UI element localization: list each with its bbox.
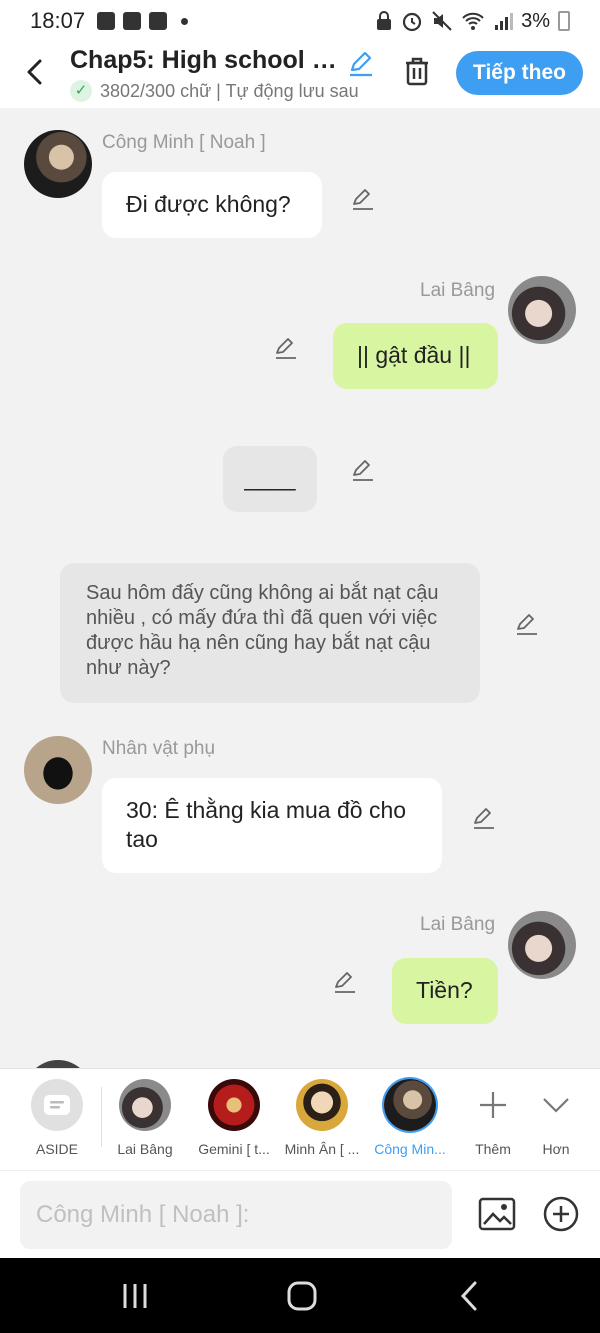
add-character-button[interactable]: Thêm: [463, 1079, 523, 1157]
more-notifications-icon: [181, 17, 189, 25]
character-cong-minh[interactable]: Công Min...: [365, 1079, 455, 1157]
edit-message-icon[interactable]: [471, 804, 497, 830]
add-icon[interactable]: [542, 1195, 580, 1233]
lock-icon: [377, 11, 392, 30]
check-icon: ✓: [70, 80, 92, 102]
edit-title-icon[interactable]: [346, 48, 376, 78]
avatar: [296, 1079, 348, 1131]
chapter-title[interactable]: Chap5: High school sw...: [70, 46, 342, 75]
character-gemini[interactable]: Gemini [ t...: [189, 1079, 279, 1157]
avatar: [119, 1079, 171, 1131]
character-label: Công Min...: [374, 1141, 446, 1157]
character-label: ASIDE: [35, 1141, 78, 1157]
scene-break-bubble[interactable]: ____: [223, 446, 317, 512]
trash-icon[interactable]: [400, 54, 434, 88]
edit-message-icon[interactable]: [332, 968, 358, 994]
narration-bubble[interactable]: Sau hôm đấy cũng không ai bắt nạt cậu nh…: [60, 563, 480, 703]
alert-icon: [123, 12, 142, 30]
status-time: 18:07: [30, 8, 86, 33]
next-button[interactable]: Tiếp theo: [456, 51, 583, 95]
avatar-partial: [24, 1060, 92, 1068]
character-aside[interactable]: ASIDE: [12, 1079, 102, 1157]
avatar: [208, 1079, 260, 1131]
character-selector: ASIDE Lai Bâng Gemini [ t... Minh Ân [ .…: [0, 1068, 600, 1170]
home-icon[interactable]: [282, 1276, 322, 1316]
aside-icon: [31, 1079, 83, 1131]
system-nav-bar: [0, 1258, 600, 1333]
battery-percent: 3%: [521, 9, 550, 32]
back-button[interactable]: [18, 54, 54, 90]
edit-message-icon[interactable]: [350, 185, 376, 211]
avatar: [384, 1079, 436, 1131]
speaker-name: Nhân vật phụ: [102, 738, 216, 759]
character-label: Minh Ân [ ...: [284, 1141, 360, 1157]
notification-icons: [97, 12, 189, 30]
status-bar: 18:07 3%: [0, 0, 600, 42]
avatar-nhan-vat-phu: [24, 736, 92, 804]
autosave-status: ✓ 3802/300 chữ | Tự động lưu sau: [70, 80, 376, 102]
edit-message-icon[interactable]: [350, 456, 376, 482]
word-count: 3802/300 chữ | Tự động lưu sau: [100, 80, 359, 101]
edit-message-icon[interactable]: [273, 334, 299, 360]
system-icons: 3%: [375, 10, 570, 33]
message-bubble[interactable]: Tiền?: [392, 958, 498, 1024]
recent-apps-icon[interactable]: [115, 1276, 155, 1316]
alarm-icon: [402, 12, 422, 32]
more-label: Hơn: [542, 1141, 570, 1157]
shop-icon: [149, 12, 168, 30]
message-bubble[interactable]: || gật đầu ||: [333, 323, 498, 389]
plus-icon: [463, 1079, 523, 1131]
battery-icon: [558, 11, 570, 31]
input-bar: [0, 1170, 600, 1258]
image-icon[interactable]: [478, 1195, 516, 1233]
back-nav-icon[interactable]: [450, 1276, 490, 1316]
character-label: Lai Bâng: [117, 1141, 173, 1157]
character-label: Gemini [ t...: [198, 1141, 270, 1157]
avatar-cong-minh: [24, 130, 92, 198]
wifi-icon: [462, 12, 484, 30]
chat-area[interactable]: Công Minh [ Noah ] Đi được không? Lai Bâ…: [0, 108, 600, 1068]
avatar-lai-bang: [508, 911, 576, 979]
signal-icon: [495, 13, 514, 30]
avatar-lai-bang: [508, 276, 576, 344]
message-input[interactable]: [20, 1181, 452, 1249]
add-label: Thêm: [475, 1141, 511, 1157]
character-lai-bang[interactable]: Lai Bâng: [100, 1079, 190, 1157]
edit-message-icon[interactable]: [514, 610, 540, 636]
speaker-name: Công Minh [ Noah ]: [102, 132, 266, 153]
gallery-icon: [97, 12, 116, 30]
speaker-name: Lai Bâng: [420, 914, 496, 935]
chevron-left-icon: [27, 59, 42, 85]
more-characters-button[interactable]: Hơn: [526, 1079, 586, 1157]
character-minh-an[interactable]: Minh Ân [ ...: [277, 1079, 367, 1157]
chevron-down-icon: [526, 1079, 586, 1131]
message-bubble[interactable]: 30: Ê thằng kia mua đồ cho tao: [102, 778, 442, 873]
mute-icon: [432, 11, 452, 31]
message-bubble[interactable]: Đi được không?: [102, 172, 322, 238]
speaker-name: Lai Bâng: [420, 280, 496, 301]
editor-header: Chap5: High school sw... ✓ 3802/300 chữ …: [0, 42, 600, 108]
